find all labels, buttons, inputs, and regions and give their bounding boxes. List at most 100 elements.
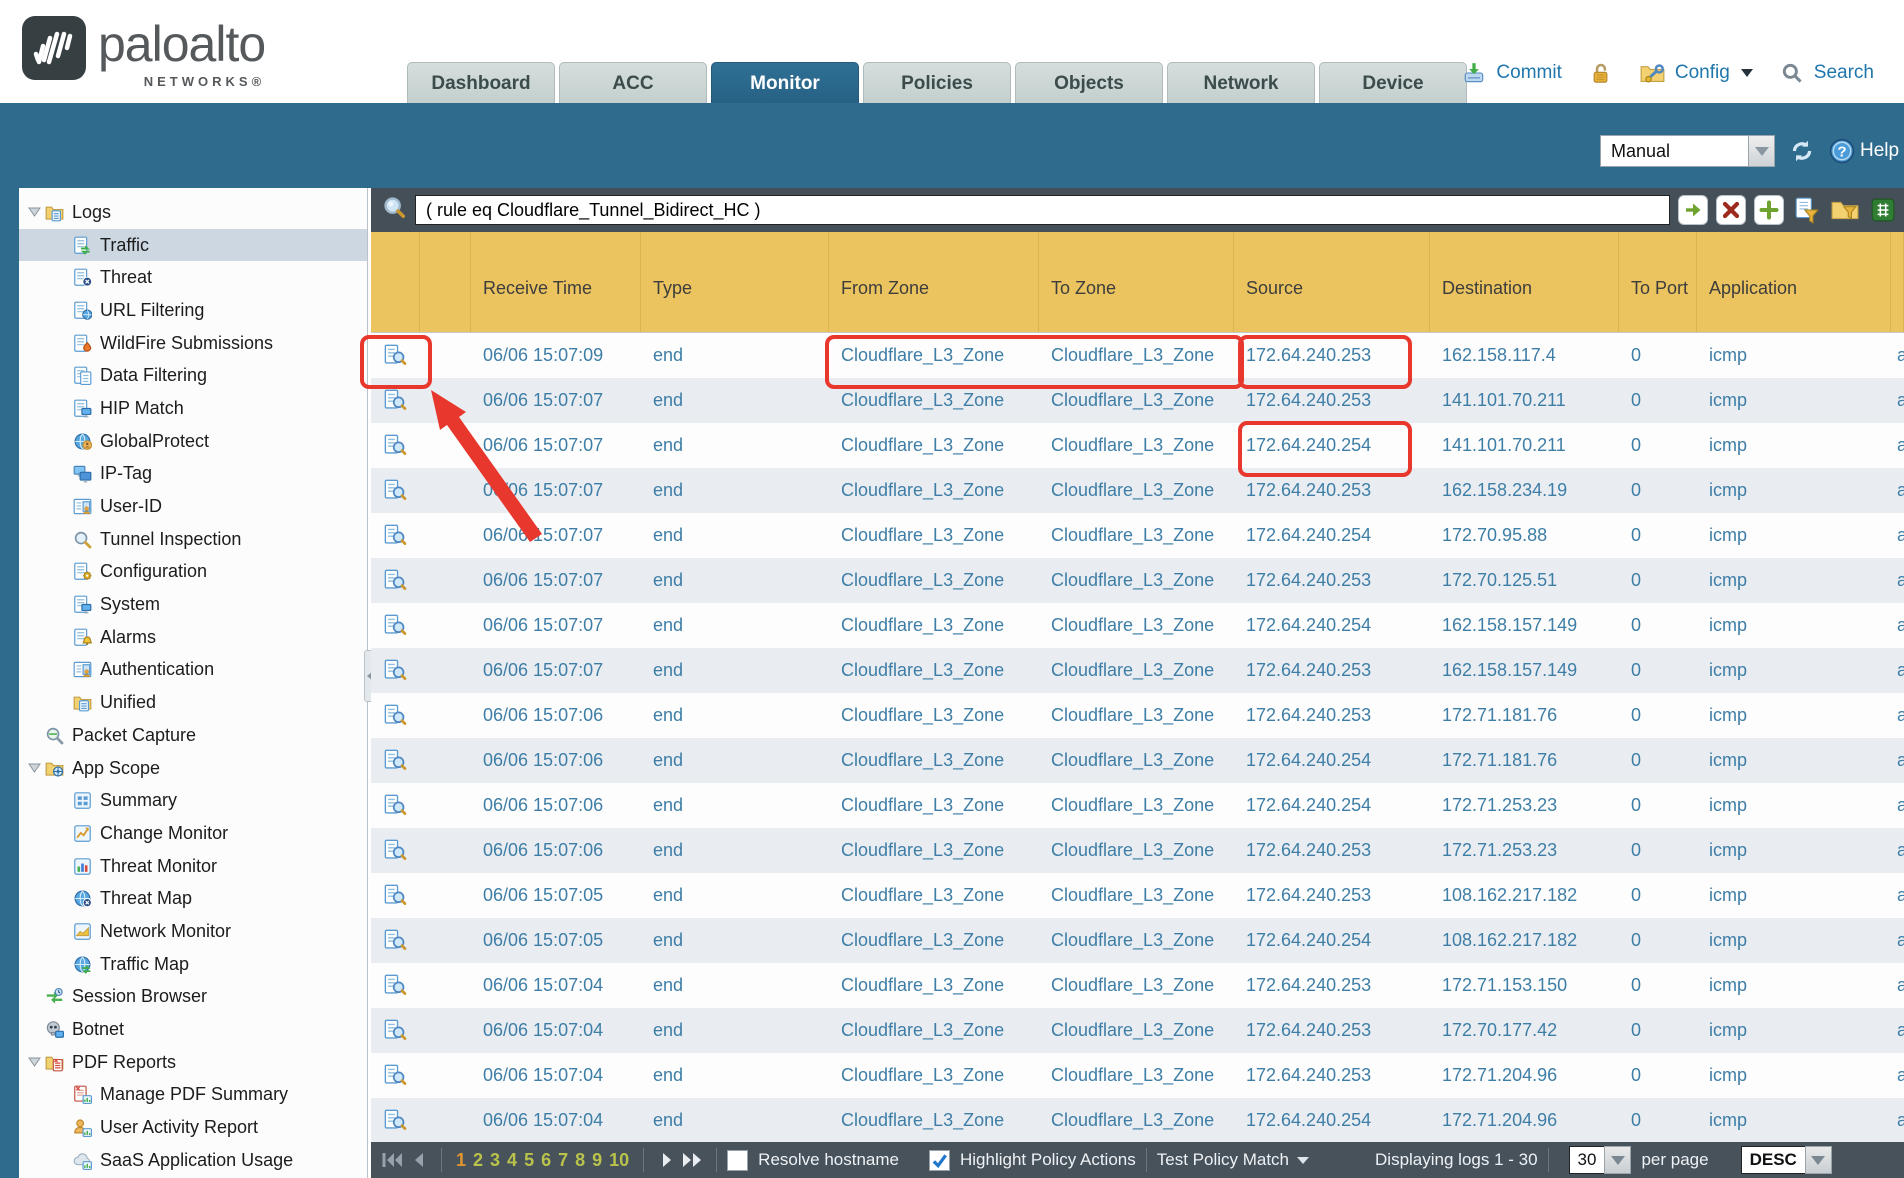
cell-from-zone[interactable]: Cloudflare_L3_Zone: [829, 795, 1039, 816]
log-detail-icon[interactable]: [383, 883, 409, 909]
commit-button[interactable]: Commit: [1496, 62, 1561, 84]
sidebar-item-user-id[interactable]: User-ID: [19, 490, 367, 523]
cell-application[interactable]: icmp: [1697, 930, 1891, 951]
log-detail-icon[interactable]: [383, 748, 409, 774]
filter-builder-icon[interactable]: [1792, 195, 1822, 225]
page-number-3[interactable]: 3: [490, 1150, 500, 1171]
cell-destination[interactable]: 172.71.181.76: [1430, 750, 1619, 771]
sidebar-item-pdf-reports[interactable]: PDF Reports: [19, 1046, 367, 1079]
cell-source[interactable]: 172.64.240.253: [1234, 480, 1430, 501]
page-number-9[interactable]: 9: [592, 1150, 602, 1171]
cell-source[interactable]: 172.64.240.253: [1234, 660, 1430, 681]
refresh-interval-select[interactable]: Manual: [1600, 135, 1775, 167]
cell-application[interactable]: icmp: [1697, 390, 1891, 411]
log-detail-icon[interactable]: [383, 658, 409, 684]
column-header-source[interactable]: Source: [1234, 232, 1430, 332]
lock-icon[interactable]: [1588, 60, 1614, 86]
cell-source[interactable]: 172.64.240.254: [1234, 795, 1430, 816]
cell-destination[interactable]: 108.162.217.182: [1430, 930, 1619, 951]
cell-to-zone[interactable]: Cloudflare_L3_Zone: [1039, 1020, 1234, 1041]
log-filter-input[interactable]: [415, 195, 1670, 225]
cell-source[interactable]: 172.64.240.253: [1234, 570, 1430, 591]
cell-to-zone[interactable]: Cloudflare_L3_Zone: [1039, 930, 1234, 951]
log-detail-icon[interactable]: [383, 838, 409, 864]
first-page-icon[interactable]: [379, 1147, 405, 1173]
cell-application[interactable]: icmp: [1697, 660, 1891, 681]
cell-to-zone[interactable]: Cloudflare_L3_Zone: [1039, 795, 1234, 816]
cell-to-zone[interactable]: Cloudflare_L3_Zone: [1039, 1065, 1234, 1086]
cell-to-zone[interactable]: Cloudflare_L3_Zone: [1039, 885, 1234, 906]
refresh-interval-arrow[interactable]: [1748, 135, 1775, 167]
page-number-2[interactable]: 2: [473, 1150, 483, 1171]
cell-from-zone[interactable]: Cloudflare_L3_Zone: [829, 705, 1039, 726]
cell-from-zone[interactable]: Cloudflare_L3_Zone: [829, 750, 1039, 771]
sidebar-item-summary[interactable]: Summary: [19, 784, 367, 817]
log-detail-icon[interactable]: [383, 478, 409, 504]
tab-acc[interactable]: ACC: [559, 62, 707, 103]
cell-source[interactable]: 172.64.240.253: [1234, 345, 1430, 366]
page-number-10[interactable]: 10: [609, 1150, 629, 1171]
load-filter-icon[interactable]: [1830, 195, 1860, 225]
cell-application[interactable]: icmp: [1697, 750, 1891, 771]
cell-source[interactable]: 172.64.240.254: [1234, 615, 1430, 636]
cell-source[interactable]: 172.64.240.253: [1234, 1020, 1430, 1041]
cell-source[interactable]: 172.64.240.253: [1234, 840, 1430, 861]
cell-application[interactable]: icmp: [1697, 1065, 1891, 1086]
cell-application[interactable]: icmp: [1697, 1020, 1891, 1041]
page-number-6[interactable]: 6: [541, 1150, 551, 1171]
sidebar-item-threat-monitor[interactable]: Threat Monitor: [19, 850, 367, 883]
cell-from-zone[interactable]: Cloudflare_L3_Zone: [829, 1065, 1039, 1086]
sidebar-item-threat[interactable]: Threat: [19, 261, 367, 294]
log-detail-icon[interactable]: [383, 433, 409, 459]
tab-device[interactable]: Device: [1319, 62, 1467, 103]
sidebar-item-botnet[interactable]: Botnet: [19, 1013, 367, 1046]
cell-from-zone[interactable]: Cloudflare_L3_Zone: [829, 480, 1039, 501]
cell-destination[interactable]: 172.70.125.51: [1430, 570, 1619, 591]
sidebar-item-unified[interactable]: Unified: [19, 686, 367, 719]
cell-from-zone[interactable]: Cloudflare_L3_Zone: [829, 525, 1039, 546]
tab-objects[interactable]: Objects: [1015, 62, 1163, 103]
cell-source[interactable]: 172.64.240.253: [1234, 390, 1430, 411]
test-policy-match-button[interactable]: Test Policy Match: [1157, 1150, 1289, 1170]
next-page-icon[interactable]: [654, 1147, 680, 1173]
add-filter-icon[interactable]: [1754, 195, 1784, 225]
cell-destination[interactable]: 108.162.217.182: [1430, 885, 1619, 906]
log-detail-icon[interactable]: [383, 973, 409, 999]
cell-from-zone[interactable]: Cloudflare_L3_Zone: [829, 1110, 1039, 1131]
cell-application[interactable]: icmp: [1697, 885, 1891, 906]
sidebar-item-threat-map[interactable]: Threat Map: [19, 882, 367, 915]
cell-application[interactable]: icmp: [1697, 525, 1891, 546]
cell-destination[interactable]: 172.71.153.150: [1430, 975, 1619, 996]
cell-source[interactable]: 172.64.240.253: [1234, 975, 1430, 996]
log-detail-icon[interactable]: [383, 388, 409, 414]
column-header-to-port[interactable]: To Port: [1619, 232, 1697, 332]
export-icon[interactable]: [1868, 195, 1898, 225]
cell-destination[interactable]: 141.101.70.211: [1430, 390, 1619, 411]
cell-from-zone[interactable]: Cloudflare_L3_Zone: [829, 930, 1039, 951]
log-detail-icon[interactable]: [383, 343, 409, 369]
cell-to-zone[interactable]: Cloudflare_L3_Zone: [1039, 840, 1234, 861]
cell-source[interactable]: 172.64.240.254: [1234, 525, 1430, 546]
resolve-hostname-checkbox[interactable]: [727, 1150, 748, 1171]
cell-source[interactable]: 172.64.240.254: [1234, 930, 1430, 951]
cell-from-zone[interactable]: Cloudflare_L3_Zone: [829, 660, 1039, 681]
sidebar-item-data-filtering[interactable]: Data Filtering: [19, 359, 367, 392]
prev-page-icon[interactable]: [405, 1147, 431, 1173]
column-header-application[interactable]: Application: [1697, 232, 1891, 332]
page-number-7[interactable]: 7: [558, 1150, 568, 1171]
cell-to-zone[interactable]: Cloudflare_L3_Zone: [1039, 1110, 1234, 1131]
cell-to-zone[interactable]: Cloudflare_L3_Zone: [1039, 570, 1234, 591]
tab-dashboard[interactable]: Dashboard: [407, 62, 555, 103]
sidebar-item-hip-match[interactable]: HIP Match: [19, 392, 367, 425]
sidebar-item-network-monitor[interactable]: Network Monitor: [19, 915, 367, 948]
cell-application[interactable]: icmp: [1697, 345, 1891, 366]
cell-source[interactable]: 172.64.240.253: [1234, 1065, 1430, 1086]
cell-application[interactable]: icmp: [1697, 435, 1891, 456]
cell-source[interactable]: 172.64.240.254: [1234, 435, 1430, 456]
log-detail-icon[interactable]: [383, 928, 409, 954]
cell-from-zone[interactable]: Cloudflare_L3_Zone: [829, 1020, 1039, 1041]
page-number-5[interactable]: 5: [524, 1150, 534, 1171]
cell-from-zone[interactable]: Cloudflare_L3_Zone: [829, 615, 1039, 636]
cell-destination[interactable]: 172.71.253.23: [1430, 795, 1619, 816]
sort-order-arrow[interactable]: [1805, 1146, 1832, 1174]
